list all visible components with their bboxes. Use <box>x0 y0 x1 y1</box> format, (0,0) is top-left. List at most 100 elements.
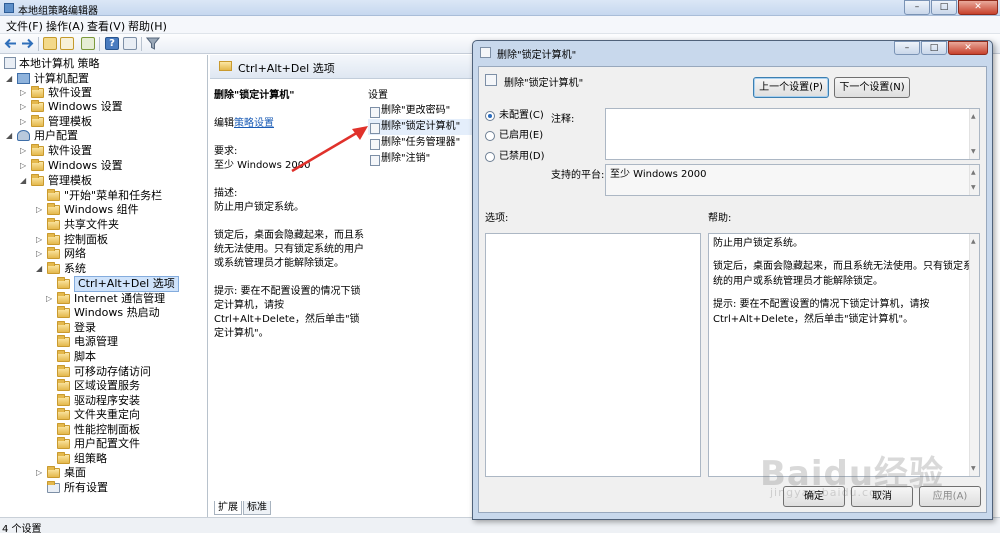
tree-user-config[interactable]: ◢ 用户配置 <box>6 129 186 143</box>
tab-extended[interactable]: 扩展 <box>214 501 242 515</box>
menu-view[interactable]: 查看(V) <box>87 18 125 34</box>
supported-platform-label: 支持的平台: <box>551 170 605 181</box>
folder-icon <box>57 350 70 362</box>
tree-cc-software[interactable]: ▷ 软件设置 <box>20 86 190 100</box>
collapse-icon[interactable]: ◢ <box>6 132 14 140</box>
tree-system[interactable]: ◢ 系统 <box>36 262 201 276</box>
expand-icon[interactable]: ▷ <box>46 295 54 303</box>
comment-field[interactable] <box>605 108 980 160</box>
expand-icon[interactable]: ▷ <box>20 147 28 155</box>
tree-scripts[interactable]: 脚本 <box>46 350 201 364</box>
filter-icon[interactable] <box>145 37 161 50</box>
list-item[interactable]: 删除"任务管理器" <box>368 135 472 151</box>
tree-logon[interactable]: 登录 <box>46 321 201 335</box>
folder-icon <box>219 61 232 71</box>
description-value: 防止用户锁定系统。 <box>214 202 304 213</box>
close-button[interactable]: ✕ <box>958 0 998 15</box>
tree-ctrl-alt-del[interactable]: Ctrl+Alt+Del 选项 <box>46 276 196 292</box>
scrollbar[interactable] <box>969 165 979 195</box>
dialog-close-button[interactable]: ✕ <box>948 41 988 55</box>
tree-win-hotstart[interactable]: Windows 热启动 <box>46 306 201 320</box>
radio-enabled[interactable]: 已启用(E) <box>485 129 543 143</box>
tree-desktop[interactable]: ▷ 桌面 <box>36 466 201 480</box>
expand-icon[interactable]: ▷ <box>20 103 28 111</box>
dialog-maximize-button[interactable]: □ <box>921 41 947 55</box>
dialog-header: 删除"锁定计算机" <box>504 78 584 89</box>
expand-icon[interactable]: ▷ <box>20 162 28 170</box>
radio-disabled[interactable]: 已禁用(D) <box>485 150 545 164</box>
tree-all-settings[interactable]: 所有设置 <box>36 481 201 495</box>
list-item[interactable]: 删除"锁定计算机" <box>368 119 472 135</box>
radio-selected-icon <box>485 111 495 121</box>
tree-computer-config[interactable]: ◢ 计算机配置 <box>6 72 186 86</box>
export-list-icon[interactable] <box>81 37 95 50</box>
folder-icon <box>57 335 70 347</box>
help-paragraph: 锁定后，桌面会隐藏起来，而且系统无法使用。只有锁定系统的用户或系统管理员才能解除… <box>713 261 973 287</box>
help-icon[interactable]: ? <box>105 37 119 50</box>
maximize-button[interactable]: □ <box>931 0 957 15</box>
tree-cc-admin[interactable]: ▷ 管理模板 <box>20 115 190 129</box>
list-item[interactable]: 删除"注销" <box>368 151 472 167</box>
settings-column-header[interactable]: 设置 <box>368 89 472 103</box>
tree-driver[interactable]: 驱动程序安装 <box>46 394 201 408</box>
tree-shared-folders[interactable]: 共享文件夹 <box>36 218 201 232</box>
edit-policy-link[interactable]: 策略设置 <box>234 118 274 129</box>
scrollbar[interactable] <box>969 234 979 476</box>
tree-root[interactable]: 本地计算机 策略 <box>4 57 184 71</box>
tree-group-policy[interactable]: 组策略 <box>46 452 201 466</box>
list-item[interactable]: 删除"更改密码" <box>368 103 472 119</box>
tree-user-profiles[interactable]: 用户配置文件 <box>46 437 201 451</box>
forward-icon[interactable] <box>20 37 34 50</box>
expand-icon[interactable]: ▷ <box>20 89 28 97</box>
setting-icon <box>485 74 497 86</box>
folder-icon <box>31 159 44 171</box>
expand-icon[interactable]: ▷ <box>36 236 44 244</box>
expand-icon[interactable]: ▷ <box>36 469 44 477</box>
tree-removable[interactable]: 可移动存储访问 <box>46 365 201 379</box>
collapse-icon[interactable]: ◢ <box>20 177 28 185</box>
expand-icon[interactable]: ▷ <box>20 118 28 126</box>
description-tip: 提示: 要在不配置设置的情况下锁定计算机，请按 Ctrl+Alt+Delete，… <box>214 286 361 339</box>
tree-locale[interactable]: 区域设置服务 <box>46 379 201 393</box>
properties-icon[interactable] <box>123 37 137 50</box>
help-label: 帮助: <box>708 213 732 224</box>
expand-icon[interactable]: ▷ <box>36 206 44 214</box>
folder-icon <box>47 189 60 201</box>
folder-icon <box>57 437 70 449</box>
back-icon[interactable] <box>4 37 18 50</box>
tree-perf-cp[interactable]: 性能控制面板 <box>46 423 201 437</box>
tree-control-panel[interactable]: ▷ 控制面板 <box>36 233 201 247</box>
title-bar: 本地组策略编辑器 – □ ✕ <box>0 0 1000 17</box>
user-icon <box>17 130 30 141</box>
menu-help[interactable]: 帮助(H) <box>128 18 167 34</box>
tree-win-components[interactable]: ▷ Windows 组件 <box>36 203 201 217</box>
radio-not-configured[interactable]: 未配置(C) <box>485 109 544 123</box>
folder-icon <box>57 306 70 318</box>
up-folder-icon[interactable] <box>43 37 57 50</box>
minimize-button[interactable]: – <box>904 0 930 15</box>
tree-start-menu[interactable]: "开始"菜单和任务栏 <box>36 189 201 203</box>
folder-icon <box>47 233 60 245</box>
menu-file[interactable]: 文件(F) <box>6 18 43 34</box>
tree-power[interactable]: 电源管理 <box>46 335 201 349</box>
show-hide-tree-icon[interactable] <box>60 37 74 50</box>
expand-icon[interactable]: ▷ <box>36 250 44 258</box>
tree-uc-software[interactable]: ▷ 软件设置 <box>20 144 190 158</box>
tree-cc-windows[interactable]: ▷ Windows 设置 <box>20 100 190 114</box>
tree-folder-redirect[interactable]: 文件夹重定向 <box>46 408 201 422</box>
baidu-watermark: Baidu经验 jingyan.baidu.com <box>760 446 990 506</box>
tree-internet-comm[interactable]: ▷ Internet 通信管理 <box>46 292 201 306</box>
folder-icon <box>31 86 44 98</box>
collapse-icon[interactable]: ◢ <box>36 265 44 273</box>
next-setting-button[interactable]: 下一个设置(N) <box>834 77 910 98</box>
scrollbar[interactable] <box>969 109 979 159</box>
tree-network[interactable]: ▷ 网络 <box>36 247 201 261</box>
dialog-minimize-button[interactable]: – <box>894 41 920 55</box>
previous-setting-button[interactable]: 上一个设置(P) <box>753 77 829 98</box>
tree-uc-windows[interactable]: ▷ Windows 设置 <box>20 159 190 173</box>
supported-platform-field: 至少 Windows 2000 <box>605 164 980 196</box>
tree-uc-admin[interactable]: ◢ 管理模板 <box>20 174 190 188</box>
collapse-icon[interactable]: ◢ <box>6 75 14 83</box>
menu-action[interactable]: 操作(A) <box>46 18 84 34</box>
tab-standard[interactable]: 标准 <box>243 501 271 515</box>
